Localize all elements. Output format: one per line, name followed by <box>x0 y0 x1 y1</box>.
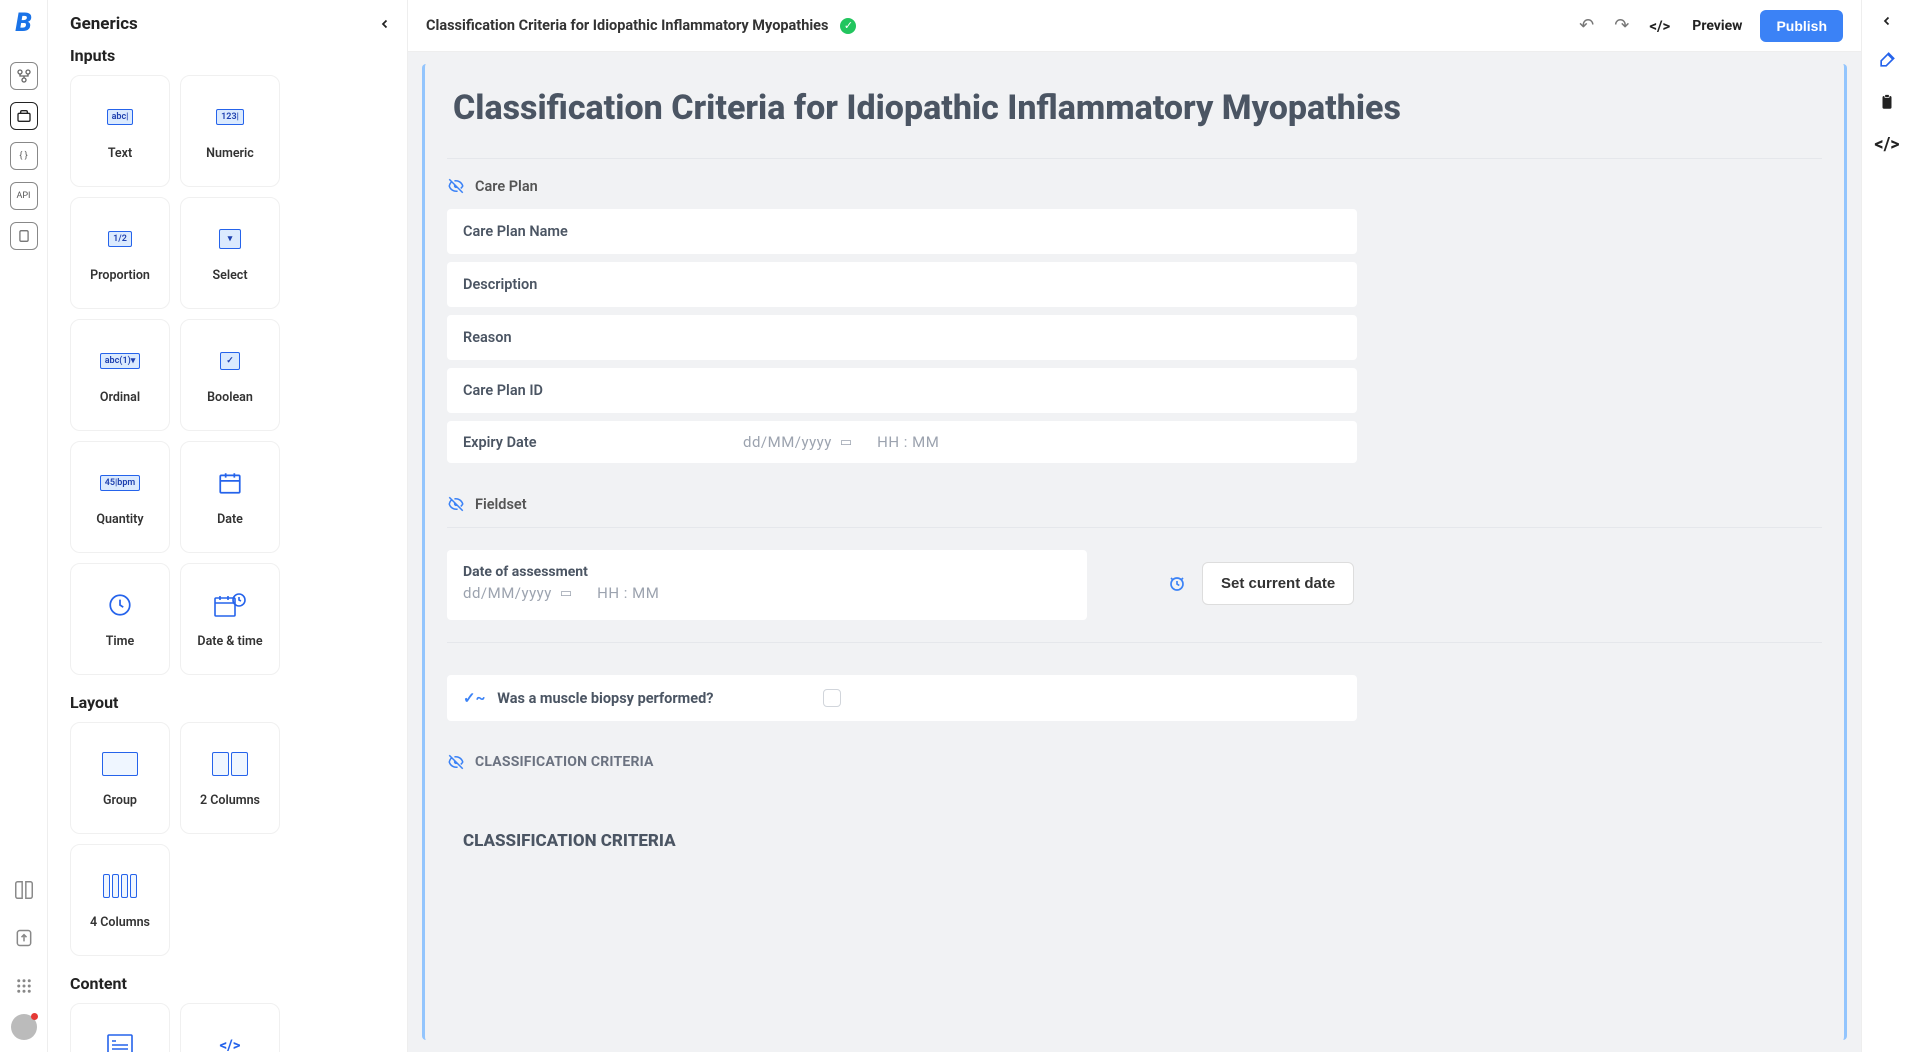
archive-icon[interactable] <box>10 102 38 130</box>
redo-icon[interactable]: ↷ <box>1610 15 1633 36</box>
center-area: Classification Criteria for Idiopathic I… <box>408 0 1862 1052</box>
date-of-assessment-field[interactable]: Date of assessment dd/MM/yyyy ▭ HH : MM <box>447 550 1087 620</box>
field-care-plan-name[interactable]: Care Plan Name <box>447 209 1357 254</box>
criteria-subheading: CLASSIFICATION CRITERIA <box>447 831 1822 851</box>
criteria-heading: CLASSIFICATION CRITERIA <box>475 754 654 770</box>
divider <box>447 158 1822 159</box>
document-title: Classification Criteria for Idiopathic I… <box>426 17 828 34</box>
section-care-plan: Care Plan Care Plan Name Description Rea… <box>447 177 1822 463</box>
tile-proportion[interactable]: 1/2Proportion <box>70 197 170 309</box>
field-reason[interactable]: Reason <box>447 315 1357 360</box>
care-plan-heading: Care Plan <box>475 178 538 195</box>
doa-time-placeholder: HH : MM <box>597 584 659 602</box>
form-root: Classification Criteria for Idiopathic I… <box>422 64 1847 1040</box>
api-icon[interactable]: API <box>10 182 38 210</box>
far-right-rail: </> <box>1862 0 1912 1052</box>
undo-icon[interactable]: ↶ <box>1575 15 1598 36</box>
question-biopsy[interactable]: ✓~ Was a muscle biopsy performed? <box>447 675 1357 721</box>
publish-button[interactable]: Publish <box>1760 10 1843 42</box>
eye-off-icon <box>447 177 465 195</box>
tile-time[interactable]: Time <box>70 563 170 675</box>
section-heading-layout: Layout <box>70 693 389 712</box>
set-current-date-button[interactable]: Set current date <box>1202 562 1354 605</box>
apps-icon[interactable] <box>10 972 38 1000</box>
clipboard-icon[interactable] <box>1878 92 1896 112</box>
tile-quantity[interactable]: 45|bpmQuantity <box>70 441 170 553</box>
avatar[interactable] <box>11 1014 37 1040</box>
code-icon[interactable]: </> <box>1645 17 1674 35</box>
section-fieldset: Fieldset Date of assessment dd/MM/yyyy ▭… <box>447 495 1822 643</box>
tile-html[interactable]: </>HTML <box>180 1003 280 1052</box>
tile-cols4[interactable]: 4 Columns <box>70 844 170 956</box>
top-bar: Classification Criteria for Idiopathic I… <box>408 0 1861 52</box>
tile-boolean[interactable]: ✓Boolean <box>180 319 280 431</box>
tile-cols2[interactable]: 2 Columns <box>180 722 280 834</box>
upload-icon[interactable] <box>10 924 38 952</box>
braces-icon[interactable]: { } <box>10 142 38 170</box>
collapse-right-icon[interactable] <box>1881 14 1893 28</box>
section-criteria: CLASSIFICATION CRITERIA CLASSIFICATION C… <box>447 753 1822 851</box>
expiry-date-placeholder: dd/MM/yyyy <box>743 433 832 451</box>
doa-date-placeholder: dd/MM/yyyy <box>463 584 552 602</box>
logo-icon: B <box>15 8 31 38</box>
clock-icon <box>1168 575 1186 593</box>
field-description[interactable]: Description <box>447 262 1357 307</box>
fieldset-heading: Fieldset <box>475 496 527 513</box>
tile-datetime[interactable]: Date & time <box>180 563 280 675</box>
node-icon: ✓~ <box>463 689 485 707</box>
tile-group[interactable]: Group <box>70 722 170 834</box>
eye-off-icon <box>447 753 465 771</box>
calendar-icon: ▭ <box>840 435 853 450</box>
components-panel: Generics Inputs abc|Text 123|Numeric 1/2… <box>48 0 408 1052</box>
brush-icon[interactable] <box>1877 50 1897 70</box>
components-scroll: Inputs abc|Text 123|Numeric 1/2Proportio… <box>48 44 407 1052</box>
tile-numeric[interactable]: 123|Numeric <box>180 75 280 187</box>
tile-ordinal[interactable]: abc(1)▾Ordinal <box>70 319 170 431</box>
file-icon[interactable] <box>10 222 38 250</box>
form-title: Classification Criteria for Idiopathic I… <box>447 88 1822 128</box>
section-heading-inputs: Inputs <box>70 46 389 65</box>
status-check-icon: ✓ <box>840 18 856 34</box>
field-expiry-date[interactable]: Expiry Date dd/MM/yyyy ▭ HH : MM <box>447 421 1357 463</box>
collapse-panel-icon[interactable] <box>379 17 391 31</box>
field-care-plan-id[interactable]: Care Plan ID <box>447 368 1357 413</box>
panel-title: Generics <box>70 14 138 34</box>
book-icon[interactable] <box>10 876 38 904</box>
eye-off-icon <box>447 495 465 513</box>
tile-date[interactable]: Date <box>180 441 280 553</box>
calendar-icon: ▭ <box>560 586 573 601</box>
section-question: ✓~ Was a muscle biopsy performed? <box>447 675 1822 721</box>
preview-button[interactable]: Preview <box>1686 18 1748 34</box>
section-heading-content: Content <box>70 974 389 993</box>
flow-icon[interactable] <box>10 62 38 90</box>
form-canvas[interactable]: Classification Criteria for Idiopathic I… <box>408 52 1861 1052</box>
tile-richtext[interactable]: Rich text <box>70 1003 170 1052</box>
biopsy-checkbox[interactable] <box>823 689 841 707</box>
code-icon[interactable]: </> <box>1874 134 1899 155</box>
tile-text[interactable]: abc|Text <box>70 75 170 187</box>
far-left-rail: B { } API <box>0 0 48 1052</box>
tile-select[interactable]: ▾Select <box>180 197 280 309</box>
expiry-time-placeholder: HH : MM <box>877 433 939 451</box>
